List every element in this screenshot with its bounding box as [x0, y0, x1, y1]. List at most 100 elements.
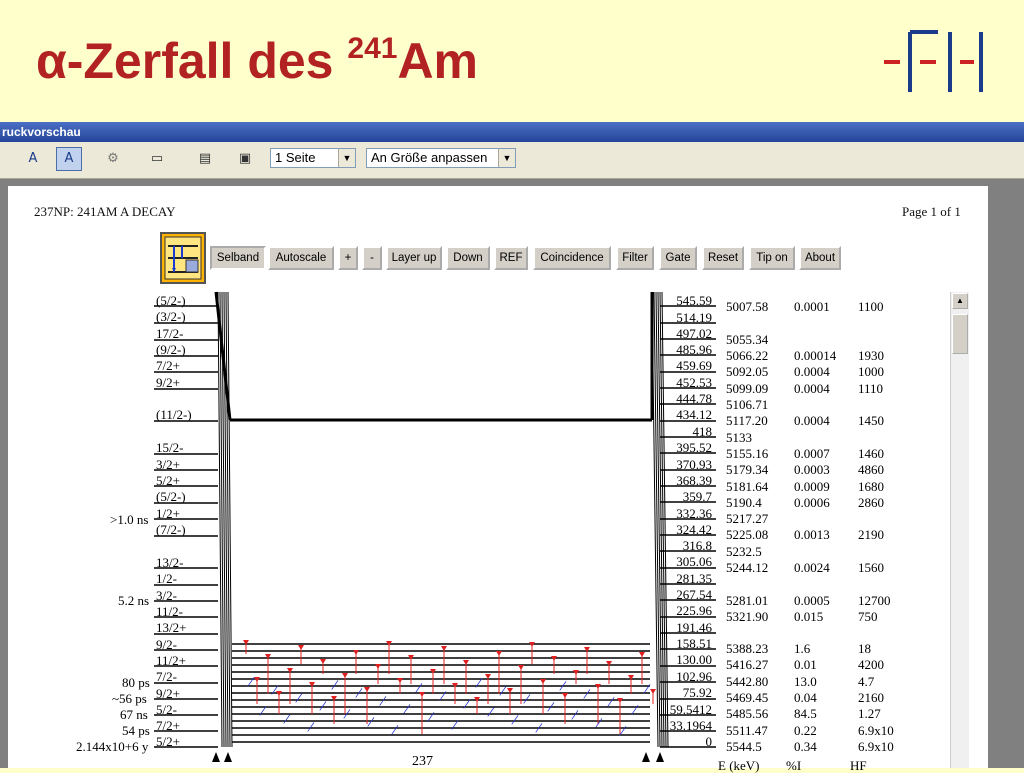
text-size-small-icon[interactable]: A: [20, 147, 46, 171]
alpha-energy: 5092.05: [726, 364, 769, 379]
fit-page-icon[interactable]: ▣: [232, 147, 258, 171]
spin-label: 5/2+: [156, 734, 180, 749]
text-size-large-icon[interactable]: A: [56, 147, 82, 171]
applet-button-filter[interactable]: Filter: [616, 246, 654, 270]
gamma-energy-mark: —: [435, 688, 451, 704]
applet-button-gate[interactable]: Gate: [659, 246, 697, 270]
spin-label: (5/2-): [156, 293, 186, 308]
vertical-scrollbar[interactable]: ▲: [950, 292, 969, 768]
alpha-energy: 5321.90: [726, 609, 769, 624]
applet-button-down[interactable]: Down: [446, 246, 490, 270]
level-energy: 59.5412: [669, 702, 712, 717]
applet-button-selband[interactable]: Selband: [210, 246, 266, 270]
alpha-line: [225, 291, 231, 748]
level-energy: 225.96: [676, 603, 712, 618]
level-energy: 332.36: [676, 506, 712, 521]
gamma-arrow: [496, 651, 502, 656]
alpha-energy: 5133: [726, 430, 752, 445]
gamma-arrow: [298, 645, 304, 650]
gamma-energy-mark: —: [471, 675, 487, 691]
spin-label: 7/2+: [156, 718, 180, 733]
hindrance-factor: 2190: [858, 527, 884, 542]
level-energy: 191.46: [676, 620, 712, 635]
doc-header-left: 237NP: 241AM A DECAY: [34, 204, 176, 219]
alpha-intensity: 0.34: [794, 739, 817, 754]
alpha-intensity: 0.22: [794, 723, 817, 738]
level-energy: 514.19: [676, 310, 712, 325]
gamma-arrow: [518, 665, 524, 670]
alpha-energy: 5181.64: [726, 479, 769, 494]
level-energy: 305.06: [676, 554, 712, 569]
alpha-intensity: 0.0024: [794, 560, 830, 575]
applet-button-autoscale[interactable]: Autoscale: [268, 246, 334, 270]
scroll-thumb[interactable]: [952, 314, 968, 354]
gamma-energy-mark: —: [555, 678, 571, 694]
spin-label: 13/2-: [156, 555, 184, 570]
level-energy: 497.02: [676, 326, 712, 341]
applet-button-layer-up[interactable]: Layer up: [386, 246, 442, 270]
alpha-line: [223, 291, 229, 748]
scroll-up-icon[interactable]: ▲: [952, 293, 968, 309]
gamma-arrow: [639, 652, 645, 657]
hindrance-factor: 1000: [858, 364, 884, 379]
gamma-energy-mark: —: [627, 702, 643, 718]
zoom-select[interactable]: An Größe anpassen ▼: [366, 148, 516, 168]
alpha-energy: 5055.34: [726, 332, 769, 347]
gamma-energy-mark: —: [615, 723, 631, 739]
alpha-energy: 5485.56: [726, 706, 769, 721]
hindrance-factor: 4860: [858, 462, 884, 477]
page-width-icon[interactable]: ▤: [192, 147, 218, 171]
hindrance-factor: 1100: [858, 299, 884, 314]
half-life-label: 80 ps: [122, 675, 150, 690]
gamma-energy-mark: —: [531, 720, 547, 736]
alpha-intensity: 0.0006: [794, 495, 830, 510]
hindrance-factor: 2160: [858, 690, 884, 705]
applet-button-tip-on[interactable]: Tip on: [749, 246, 795, 270]
zoom-select-value: An Größe anpassen: [371, 150, 488, 165]
slide-title: α-Zerfall des 241Am: [36, 33, 479, 89]
spin-label: 13/2+: [156, 620, 187, 635]
level-energy: 434.12: [676, 407, 712, 422]
hindrance-factor: 4.7: [858, 674, 875, 689]
level-energy: 359.7: [682, 489, 712, 504]
applet-button-reset[interactable]: Reset: [702, 246, 744, 270]
gamma-energy-mark: —: [423, 709, 439, 725]
half-life-label: >1.0 ns: [110, 512, 149, 527]
alpha-intensity: 0.0013: [794, 527, 830, 542]
gamma-arrow: [375, 664, 381, 669]
applet-button-ref[interactable]: REF: [494, 246, 528, 270]
page-select[interactable]: 1 Seite ▼: [270, 148, 356, 168]
title-mass-number: 241: [347, 32, 398, 65]
level-energy: 130.00: [676, 652, 712, 667]
spin-label: 17/2-: [156, 326, 184, 341]
level-energy: 0: [705, 734, 713, 749]
level-energy: 368.39: [676, 473, 712, 488]
level-energy: 267.54: [676, 587, 712, 602]
title-element: Am: [397, 33, 479, 89]
hindrance-factor: 6.9x10: [858, 739, 894, 754]
alpha-energy: 5007.58: [726, 299, 769, 314]
level-energy: 158.51: [676, 636, 712, 651]
alpha-energy: 5099.09: [726, 381, 769, 396]
page-view-icon[interactable]: ▭: [144, 147, 170, 171]
hindrance-factor: 750: [858, 609, 878, 624]
spin-label: 1/2+: [156, 506, 180, 521]
applet-button-[interactable]: +: [338, 246, 358, 270]
applet-button-[interactable]: -: [362, 246, 382, 270]
alpha-energy: 5217.27: [726, 511, 769, 526]
applet-button-coincidence[interactable]: Coincidence: [533, 246, 611, 270]
gamma-arrow: [320, 659, 326, 664]
alpha-intensity: 0.0003: [794, 462, 830, 477]
alpha-energy: 5190.4: [726, 495, 762, 510]
gear-icon[interactable]: ⚙: [100, 147, 126, 171]
spin-label: (5/2-): [156, 489, 186, 504]
level-energy: 418: [692, 424, 713, 439]
hindrance-factor: 1110: [858, 381, 884, 396]
title-prefix: α-Zerfall des: [36, 33, 348, 89]
col-header-energy: E (keV): [718, 758, 760, 773]
alpha-energy: 5155.16: [726, 446, 769, 461]
arrow-up-icon: [224, 752, 232, 762]
gamma-energy-mark: —: [339, 706, 355, 722]
applet-button-about[interactable]: About: [799, 246, 841, 270]
gamma-energy-mark: —: [243, 674, 259, 690]
